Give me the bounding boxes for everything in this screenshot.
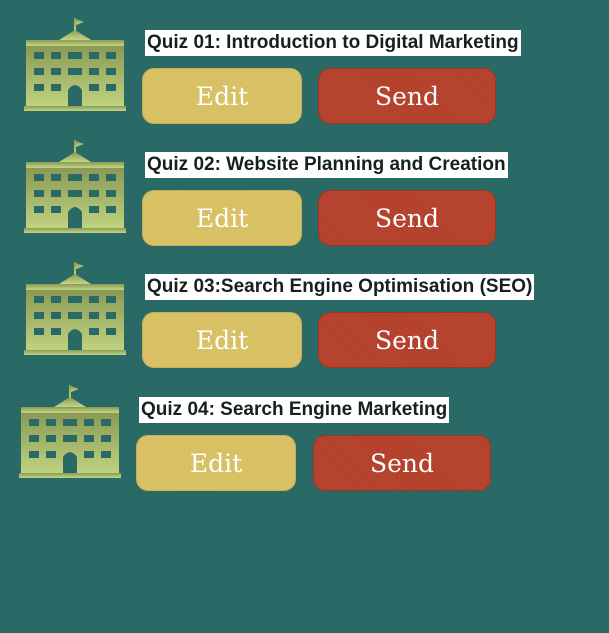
quiz-title: Quiz 01: Introduction to Digital Marketi… [145, 30, 521, 56]
quiz-title: Quiz 02: Website Planning and Creation [145, 152, 508, 178]
quiz-row-04: Quiz 04: Search Engine Marketing Edit Se… [0, 385, 609, 505]
send-button[interactable]: Send [318, 312, 496, 368]
send-button[interactable]: Send [318, 190, 496, 246]
edit-button[interactable]: Edit [142, 312, 302, 368]
quiz-title: Quiz 03:Search Engine Optimisation (SEO) [145, 274, 535, 300]
school-building-icon [24, 18, 126, 113]
send-button[interactable]: Send [318, 68, 496, 124]
school-building-icon [19, 385, 121, 480]
school-building-icon [24, 140, 126, 235]
school-building-icon [24, 262, 126, 357]
send-button[interactable]: Send [313, 435, 491, 491]
edit-button[interactable]: Edit [142, 68, 302, 124]
edit-button[interactable]: Edit [136, 435, 296, 491]
quiz-row-03: Quiz 03:Search Engine Optimisation (SEO)… [0, 262, 609, 382]
quiz-row-01: Quiz 01: Introduction to Digital Marketi… [0, 18, 609, 138]
quiz-title: Quiz 04: Search Engine Marketing [139, 397, 450, 423]
edit-button[interactable]: Edit [142, 190, 302, 246]
quiz-row-02: Quiz 02: Website Planning and Creation E… [0, 140, 609, 260]
